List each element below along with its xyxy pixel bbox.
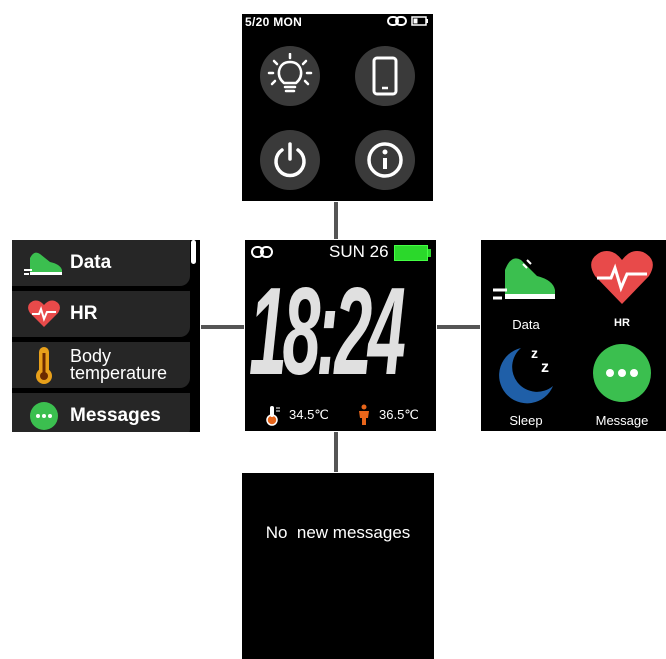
app-grid-screen: Data HR zz Sleep Message — [481, 240, 666, 431]
app-hr[interactable]: HR — [579, 248, 665, 329]
status-icons — [387, 16, 429, 26]
app-message[interactable]: Message — [579, 342, 665, 428]
person-icon — [359, 404, 369, 425]
thermometer-icon — [266, 406, 280, 426]
body-temperature: 34.5℃ — [289, 407, 329, 422]
app-data[interactable]: Data — [483, 248, 569, 332]
menu-item-body-temperature[interactable]: Body temperature — [12, 342, 190, 388]
info-button[interactable] — [355, 130, 415, 190]
battery-icon — [411, 16, 428, 26]
phone-button[interactable] — [355, 46, 415, 106]
status-date: 5/20 MON — [245, 15, 303, 29]
shoe-icon — [493, 258, 555, 300]
menu-item-hr[interactable]: HR — [12, 291, 190, 337]
connector-left — [201, 325, 244, 329]
info-icon — [367, 142, 403, 178]
app-label: Data — [512, 317, 540, 332]
ambient-temperature: 36.5℃ — [379, 407, 419, 422]
app-label: Message — [595, 413, 649, 428]
heart-icon — [591, 251, 653, 304]
svg-text:z: z — [531, 345, 538, 361]
menu-item-label: HR — [70, 303, 98, 324]
connector-bottom — [334, 432, 338, 472]
thermometer-icon — [36, 347, 52, 384]
message-icon — [30, 402, 58, 430]
app-label: HR — [614, 317, 630, 329]
app-label: Sleep — [509, 413, 543, 428]
power-icon — [274, 142, 306, 178]
quick-settings-screen: 5/20 MON — [242, 14, 433, 201]
watch-face-screen: SUN 26 18:24 34.5℃ 36.5℃ — [245, 240, 436, 431]
battery-full-icon — [394, 245, 431, 261]
connector-top — [334, 202, 338, 239]
time-display: 18:24 — [249, 263, 406, 401]
moon-icon: zz — [499, 345, 553, 404]
power-button[interactable] — [260, 130, 320, 190]
list-menu-screen: Data HR Body temperature Messages — [12, 240, 200, 432]
menu-item-label: Messages — [70, 405, 161, 426]
label-line-2: temperature — [70, 363, 168, 383]
shoe-icon — [24, 252, 62, 275]
menu-item-label: Body temperature — [70, 347, 168, 383]
link-icon — [387, 16, 407, 26]
link-icon — [251, 246, 273, 258]
phone-icon — [372, 56, 398, 96]
messages-screen: No new messages — [242, 473, 434, 659]
app-sleep[interactable]: zz Sleep — [483, 342, 569, 428]
menu-item-data[interactable]: Data — [12, 240, 190, 286]
scrollbar[interactable] — [191, 240, 196, 264]
svg-text:z: z — [541, 359, 549, 376]
menu-item-messages[interactable]: Messages — [12, 393, 190, 432]
brightness-button[interactable] — [260, 46, 320, 106]
menu-item-label: Data — [70, 252, 112, 273]
message-icon — [593, 344, 651, 402]
heart-icon — [28, 300, 60, 327]
no-messages-text: No new messages — [265, 523, 411, 542]
date-label: SUN 26 — [329, 242, 389, 261]
connector-right — [437, 325, 480, 329]
bulb-icon — [267, 53, 313, 93]
